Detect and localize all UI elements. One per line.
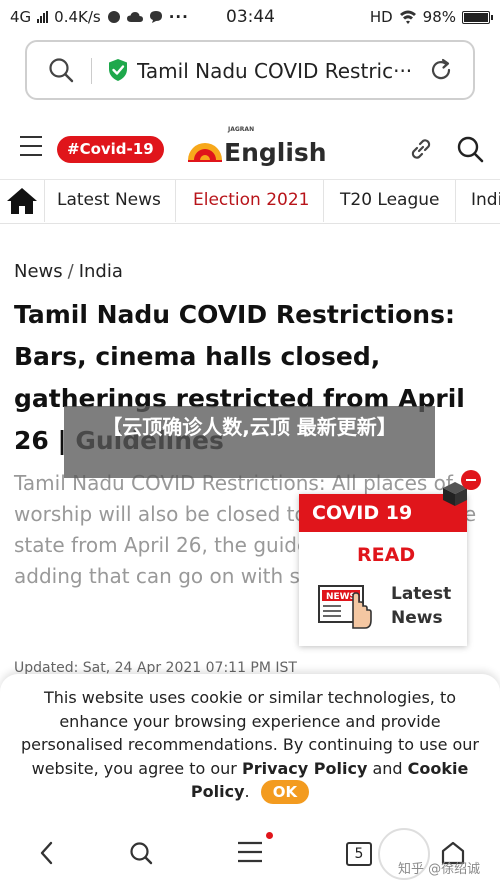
ad-read: READ (357, 544, 416, 566)
ad-news-label: News (391, 608, 443, 628)
nav-divider (455, 180, 456, 222)
hd-label: HD (369, 8, 393, 26)
shield-check-icon (109, 59, 127, 81)
cookie-banner: This website uses cookie or similar tech… (0, 674, 500, 820)
chat-icon (149, 11, 162, 23)
cookie-and: and (367, 758, 408, 778)
tab-t20-league[interactable]: T20 League (340, 190, 440, 210)
tab-latest-news[interactable]: Latest News (57, 190, 161, 210)
logo-small-text: JAGRAN (228, 126, 255, 133)
ad-latest-label: Latest (391, 584, 452, 604)
ad-latest-news: Latest News (391, 582, 451, 630)
battery-percent: 98% (422, 8, 456, 26)
wifi-icon (399, 10, 416, 24)
section-nav: Latest News Election 2021 T20 League Ind… (0, 180, 500, 224)
home-icon[interactable] (6, 186, 38, 216)
tab-india[interactable]: Indi (471, 190, 500, 210)
tab-election-2021[interactable]: Election 2021 (193, 190, 310, 210)
search-icon[interactable] (128, 840, 154, 866)
url-bar[interactable]: Tamil Nadu COVID Restric··· (25, 40, 475, 100)
watermark: 知乎 @徐绍诚 (398, 862, 481, 877)
hamburger-menu-icon[interactable] (20, 136, 42, 163)
vpn-icon (107, 11, 120, 23)
url-divider (91, 58, 92, 84)
back-icon[interactable] (36, 840, 58, 866)
covid-ad[interactable]: COVID 19 READ NEWS Latest News (299, 494, 467, 646)
signal-icon (37, 11, 49, 23)
breadcrumb: News / India (14, 261, 123, 282)
cloud-icon (126, 12, 143, 22)
cookie-period: . (244, 782, 250, 801)
browser-bottom-bar: 5 知乎 @徐绍诚 (0, 820, 500, 888)
privacy-policy-link[interactable]: Privacy Policy (242, 759, 367, 778)
network-speed: 0.4K/s (54, 8, 101, 26)
nav-divider (44, 180, 45, 222)
sun-logo-icon (188, 143, 222, 162)
breadcrumb-news[interactable]: News (14, 261, 63, 282)
overlay-banner: 【云顶确诊人数,云顶 最新更新】 (64, 406, 435, 478)
ok-button[interactable]: OK (260, 780, 310, 804)
nav-divider (175, 180, 176, 222)
covid-badge[interactable]: #Covid-19 (57, 136, 164, 163)
ad-news-icon-text: NEWS (326, 592, 356, 602)
clock: 03:44 (226, 7, 275, 27)
menu-icon[interactable] (237, 840, 263, 864)
breadcrumb-separator: / (67, 261, 74, 282)
network-label: 4G (10, 8, 32, 26)
nav-divider (323, 180, 324, 222)
link-icon[interactable] (408, 136, 434, 162)
refresh-icon[interactable] (427, 56, 455, 84)
ad-close-icon[interactable] (461, 470, 481, 490)
breadcrumb-india[interactable]: India (79, 261, 123, 282)
logo-word: English (224, 138, 327, 167)
status-bar: 4G 0.4K/s ··· 03:44 HD 98% (0, 0, 500, 34)
cookie-text: This website uses cookie or similar tech… (20, 686, 480, 804)
newspaper-icon: NEWS (318, 585, 372, 629)
site-header: #Covid-19 JAGRAN English (0, 118, 500, 180)
search-icon[interactable] (47, 56, 75, 84)
more-icon: ··· (168, 8, 189, 26)
url-text[interactable]: Tamil Nadu COVID Restric··· (137, 59, 427, 83)
battery-icon (462, 10, 493, 24)
site-search-icon[interactable] (456, 135, 484, 163)
tabs-count-button[interactable]: 5 (346, 842, 372, 866)
notification-dot (266, 832, 273, 839)
